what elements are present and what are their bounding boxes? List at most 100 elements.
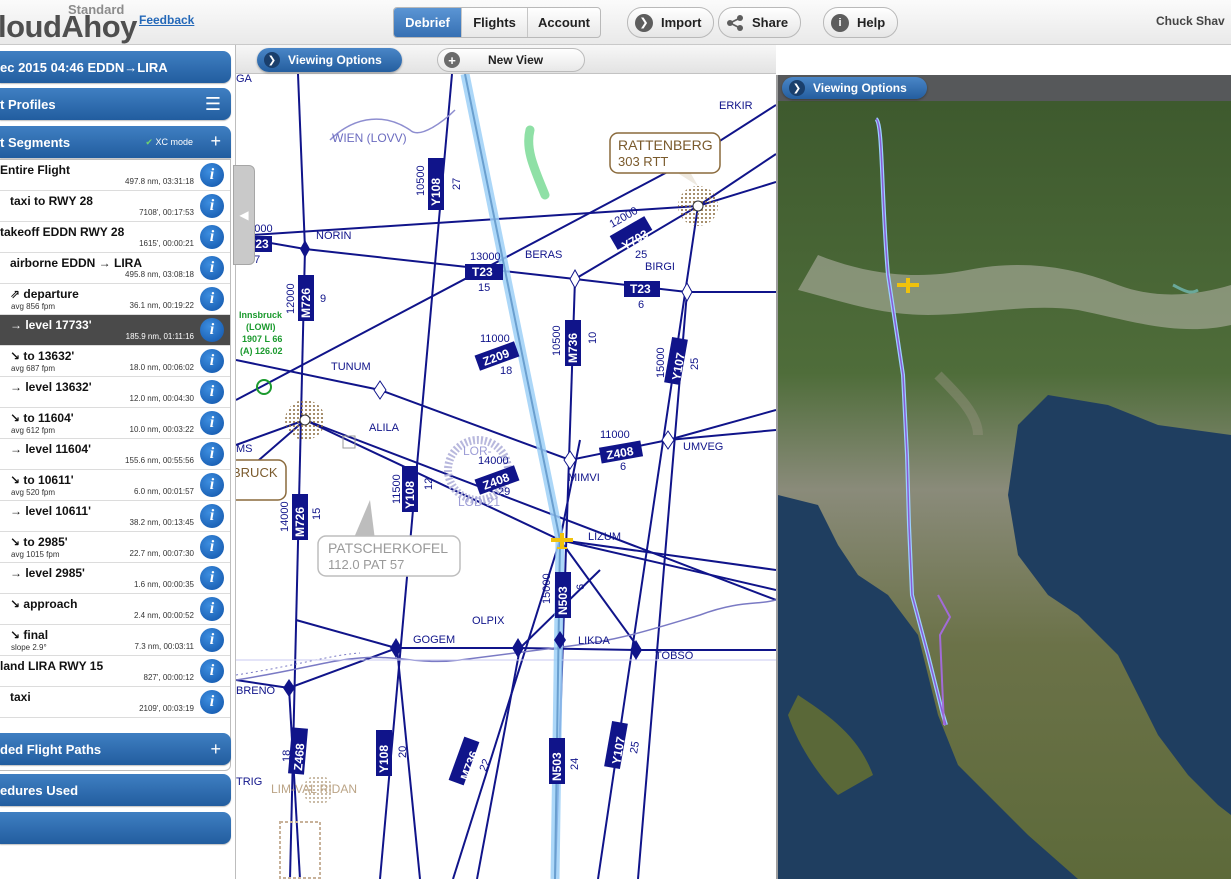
chart-toolbar: ❯ Viewing Options + New View xyxy=(236,45,776,74)
info-icon[interactable]: i xyxy=(200,194,224,218)
segment-row[interactable]: Entire Flight 497.8 nm, 03:31:18 i xyxy=(0,160,230,191)
segment-label: taxi to RWY 28 xyxy=(10,194,93,208)
segment-label: ↘ approach xyxy=(10,597,78,611)
more-header[interactable] xyxy=(0,812,231,844)
tab-account[interactable]: Account xyxy=(528,8,600,37)
segment-value: 155.6 nm, 00:55:56 xyxy=(125,456,194,465)
waypoints xyxy=(283,240,693,697)
tab-flights[interactable]: Flights xyxy=(462,8,528,37)
segments-title: t Segments xyxy=(0,134,71,150)
airway-mea: 27 xyxy=(451,178,463,190)
xc-mode-toggle[interactable]: ✔ XC mode xyxy=(145,137,193,148)
airway-mea: 12 xyxy=(423,478,435,490)
chart-viewing-options-label: Viewing Options xyxy=(288,53,382,67)
info-icon[interactable]: i xyxy=(200,225,224,249)
chart-label: MS xyxy=(236,443,253,455)
segment-row[interactable]: ↘ approach 2.4 nm, 00:00:52 i xyxy=(0,594,230,625)
hamburger-icon[interactable]: ☰ xyxy=(205,94,221,115)
segment-row[interactable]: land LIRA RWY 15 827', 00:00:12 i xyxy=(0,656,230,687)
segment-row[interactable]: → level 2985' 1.6 nm, 00:00:35 i xyxy=(0,563,230,594)
segments-header[interactable]: t Segments ✔ XC mode + xyxy=(0,126,231,158)
segment-value: 497.8 nm, 03:31:18 xyxy=(125,177,194,186)
plus-icon: + xyxy=(444,52,460,68)
info-icon[interactable]: i xyxy=(200,690,224,714)
airway-alt: 11000 xyxy=(480,333,510,345)
info-icon[interactable]: i xyxy=(200,597,224,621)
flight-paths-header[interactable]: ded Flight Paths + xyxy=(0,733,231,765)
feedback-link[interactable]: Feedback xyxy=(139,13,194,27)
satellite-map[interactable] xyxy=(778,75,1231,879)
app-root: loudAhoy Standard Feedback Debrief Fligh… xyxy=(0,0,1231,879)
chart-label: GA xyxy=(236,74,253,85)
info-icon[interactable]: i xyxy=(200,349,224,373)
import-button[interactable]: ❯ Import xyxy=(627,7,715,38)
airway-mea: 15 xyxy=(311,508,323,520)
chart-viewing-options-button[interactable]: ❯ Viewing Options xyxy=(257,48,402,72)
chevron-right-icon: ❯ xyxy=(264,52,280,68)
chart-label: BIRGI xyxy=(645,261,675,273)
segment-value: 495.8 nm, 03:08:18 xyxy=(125,270,194,279)
info-icon[interactable]: i xyxy=(200,256,224,280)
airway-mea: 6 xyxy=(575,584,587,590)
info-icon[interactable]: i xyxy=(200,659,224,683)
procedures-header[interactable]: edures Used xyxy=(0,774,231,806)
collapse-sidebar-button[interactable]: ◀ xyxy=(233,165,255,265)
help-button[interactable]: i Help xyxy=(823,7,899,38)
import-label: Import xyxy=(661,15,702,30)
flight-header[interactable]: ec 2015 04:46 EDDN→LIRA xyxy=(0,51,231,83)
info-icon[interactable]: i xyxy=(200,628,224,652)
segment-row[interactable]: takeoff EDDN RWY 28 1615', 00:00:21 i xyxy=(0,222,230,253)
segment-row[interactable]: airborne EDDN → LIRA 495.8 nm, 03:08:18 i xyxy=(0,253,230,284)
chart-label: BRENO xyxy=(236,685,276,697)
segment-sub: avg 856 fpm xyxy=(11,302,56,311)
chart-panel[interactable]: ❯ Viewing Options + New View T23 T23 T23… xyxy=(236,45,776,879)
new-view-button[interactable]: + New View xyxy=(437,48,585,72)
chart-label: MIMVI xyxy=(568,472,600,484)
segment-row[interactable]: → level 17733' 185.9 nm, 01:11:16 i xyxy=(0,315,230,346)
info-icon[interactable]: i xyxy=(200,318,224,342)
vor-center-icon xyxy=(692,200,704,212)
info-icon[interactable]: i xyxy=(200,504,224,528)
segment-row[interactable]: → level 11604' 155.6 nm, 00:55:56 i xyxy=(0,439,230,470)
airway-name: M736 xyxy=(566,333,580,363)
chart-label: TOBSO xyxy=(655,650,694,662)
info-icon[interactable]: i xyxy=(200,287,224,311)
profiles-header[interactable]: t Profiles ☰ xyxy=(0,88,231,120)
segment-row[interactable]: ↘ to 11604' avg 612 fpm 10.0 nm, 00:03:22 i xyxy=(0,408,230,439)
info-icon[interactable]: i xyxy=(200,411,224,435)
segment-row[interactable]: ↘ to 2985' avg 1015 fpm 22.7 nm, 00:07:30 i xyxy=(0,532,230,563)
sat-viewing-options-button[interactable]: ❯ Viewing Options xyxy=(782,77,927,99)
chart-label: UMVEG xyxy=(683,441,723,453)
chart-label: NORIN xyxy=(316,230,352,242)
info-icon[interactable]: i xyxy=(200,473,224,497)
info-icon[interactable]: i xyxy=(200,442,224,466)
user-name[interactable]: Chuck Shav xyxy=(1156,14,1225,28)
xc-mode-label: XC mode xyxy=(155,137,193,147)
segment-row[interactable]: taxi 2109', 00:03:19 i xyxy=(0,687,230,718)
segment-list: Entire Flight 497.8 nm, 03:31:18 i taxi to … xyxy=(0,159,231,771)
satellite-map-panel[interactable]: ❯ Viewing Options xyxy=(778,75,1231,879)
airway-alt: 11500 xyxy=(391,474,403,504)
help-label: Help xyxy=(857,15,886,30)
segment-row[interactable]: → level 10611' 38.2 nm, 00:13:45 i xyxy=(0,501,230,532)
enroute-chart[interactable]: T23 T23 T23 Y108 Y703 M726 Z209 M736 Y10… xyxy=(236,74,776,879)
share-button[interactable]: Share xyxy=(718,7,802,38)
info-icon[interactable]: i xyxy=(200,535,224,559)
add-path-icon[interactable]: + xyxy=(210,739,221,760)
info-icon[interactable]: i xyxy=(200,566,224,590)
add-segment-icon[interactable]: + xyxy=(210,131,221,152)
terrain-patch xyxy=(524,125,550,200)
segment-row[interactable]: ↘ final slope 2.9° 7.3 nm, 00:03:11 i xyxy=(0,625,230,656)
segment-row[interactable]: ⇗ departure avg 856 fpm 36.1 nm, 00:19:22 i xyxy=(0,284,230,315)
airway-name: T23 xyxy=(472,265,493,279)
tab-debrief[interactable]: Debrief xyxy=(394,8,462,37)
segment-row[interactable]: ↘ to 13632' avg 687 fpm 18.0 nm, 00:06:02 i xyxy=(0,346,230,377)
segment-row[interactable]: ↘ to 10611' avg 520 fpm 6.0 nm, 00:01:57 i xyxy=(0,470,230,501)
info-icon[interactable]: i xyxy=(200,380,224,404)
segment-row[interactable]: → level 13632' 12.0 nm, 00:04:30 i xyxy=(0,377,230,408)
airway-mea: 24 xyxy=(569,758,581,770)
info-icon[interactable]: i xyxy=(200,163,224,187)
chart-label: LIKDA xyxy=(578,635,610,647)
segment-row[interactable]: taxi to RWY 28 7108', 00:17:53 i xyxy=(0,191,230,222)
border-line-dash xyxy=(236,652,361,676)
